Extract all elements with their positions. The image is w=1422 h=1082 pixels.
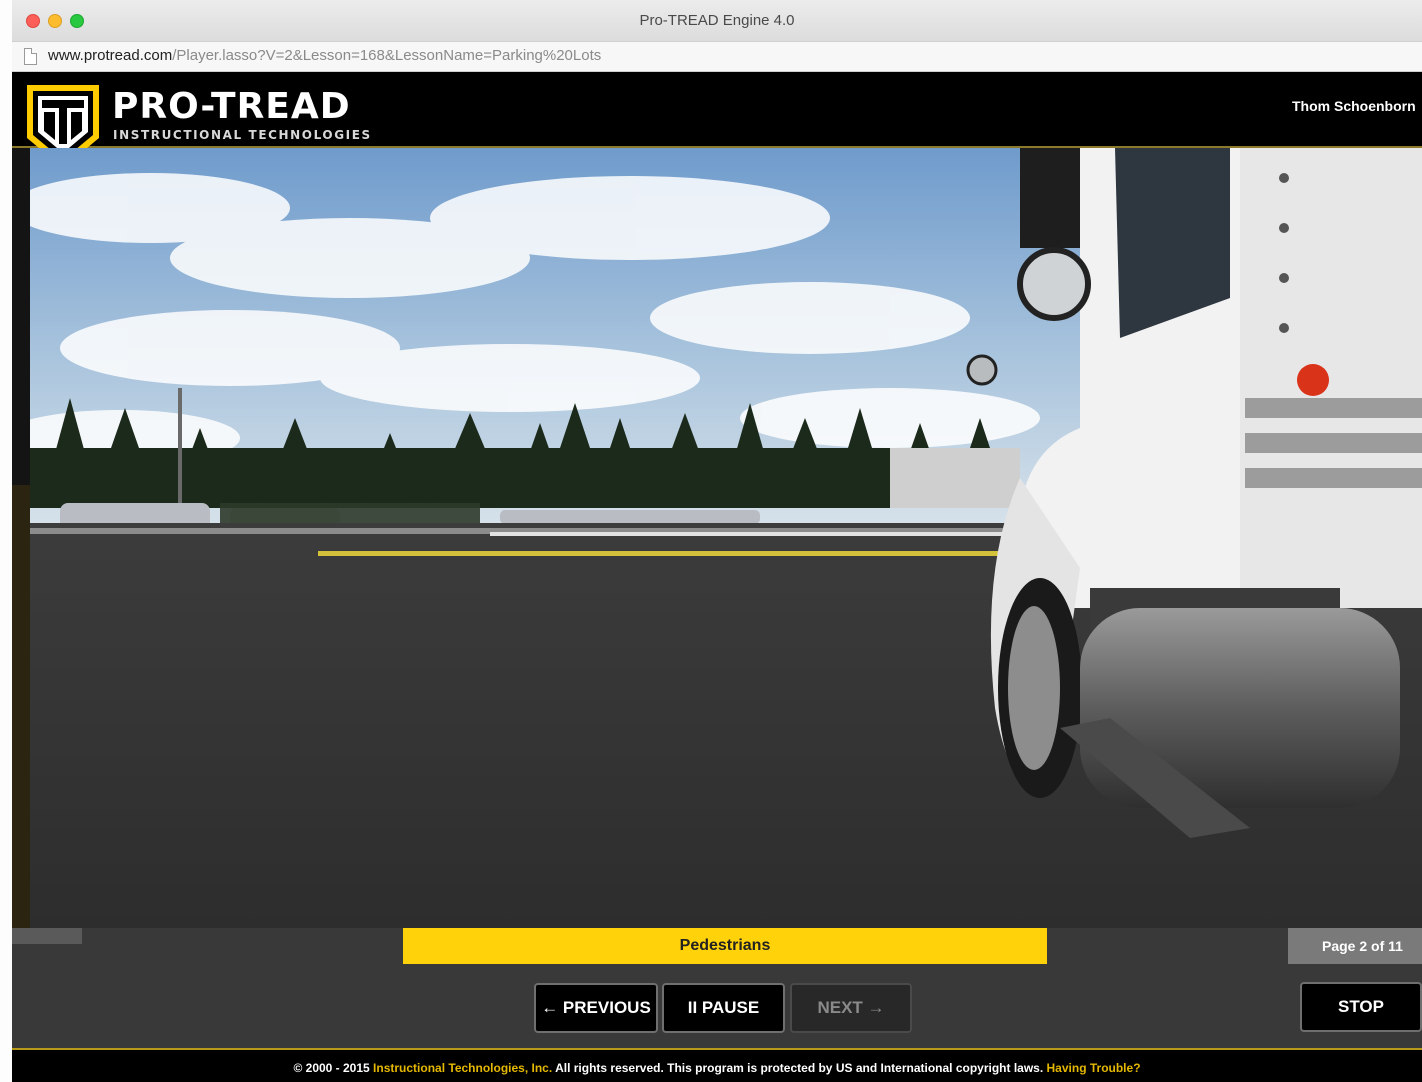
brand-subtitle: INSTRUCTIONAL TECHNOLOGIES [113,128,372,142]
parking-lot-scene [30,148,1422,928]
window-edge [0,0,12,1082]
window-title: Pro-TREAD Engine 4.0 [639,12,795,29]
page-indicator: Page 2 of 11 [1288,928,1422,964]
pause-button[interactable]: II PAUSE [662,983,785,1033]
url-path: /Player.lasso?V=2&Lesson=168&LessonName=… [172,47,602,64]
stop-button[interactable]: STOP [1300,982,1422,1032]
lesson-video[interactable] [30,148,1422,928]
progress-indicator [12,928,82,944]
stage-left-accent [12,485,30,928]
player-control-bar: Pedestrians Page 2 of 11 ← PREVIOUS II P… [12,928,1422,1048]
brand-name: PRO-TREAD [112,86,351,127]
app-header: PRO-TREAD INSTRUCTIONAL TECHNOLOGIES Tho… [12,72,1422,168]
help-link[interactable]: Having Trouble? [1047,1061,1141,1075]
next-button[interactable]: NEXT → [790,983,912,1033]
url-host: www.protread.com [48,47,173,64]
lesson-title: Pedestrians [403,928,1047,964]
copyright-notice: All rights reserved. This program is pro… [552,1061,1047,1075]
footer: © 2000 - 2015 Instructional Technologies… [12,1048,1422,1082]
address-bar[interactable]: www.protread.com/Player.lasso?V=2&Lesson… [12,42,1422,72]
window-titlebar: Pro-TREAD Engine 4.0 [12,0,1422,42]
copyright-text: © 2000 - 2015 [293,1061,374,1075]
url-field[interactable]: www.protread.com/Player.lasso?V=2&Lesson… [48,47,601,64]
company-link[interactable]: Instructional Technologies, Inc. [373,1061,552,1075]
previous-button[interactable]: ← PREVIOUS [534,983,658,1033]
user-name: Thom Schoenborn [1292,98,1416,114]
page-icon [24,48,37,65]
